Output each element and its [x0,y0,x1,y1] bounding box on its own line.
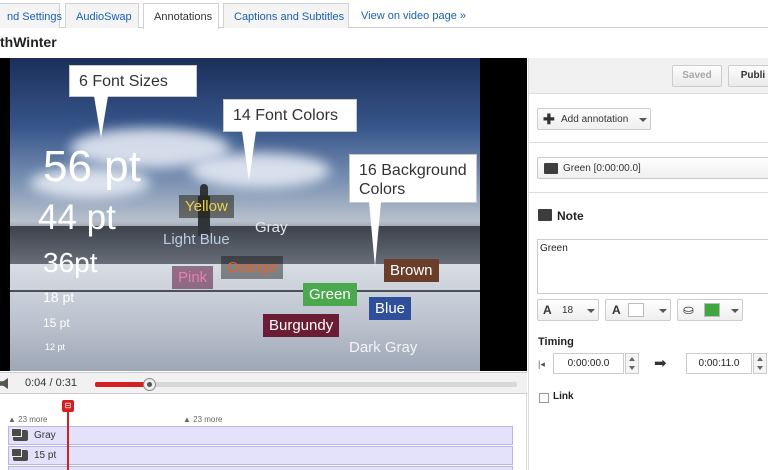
font-size-value: 18 [562,305,574,316]
link-checkbox[interactable] [539,393,549,403]
label-blue[interactable]: Blue [369,297,412,320]
tab-annotations[interactable]: Annotations [143,3,219,29]
callout-font-colors[interactable]: 14 Font Colors [223,99,357,132]
chevron-down-icon [639,118,647,122]
add-annotation-label: Add annotation [561,114,629,125]
text-color-dropdown[interactable]: A [605,299,671,321]
label-pink[interactable]: Pink [172,266,214,289]
progress-bar[interactable] [95,378,517,391]
callout-font-sizes[interactable]: 6 Font Sizes [69,65,197,97]
size-12pt[interactable]: 12 pt [45,342,65,352]
annotation-timeline: ▲ 23 more ▲ 23 more Gray 15 pt ⊟ [0,394,527,470]
start-time-input[interactable]: 0:00:00.0 [553,353,624,374]
timeline-track[interactable]: 15 pt [8,446,513,465]
size-18pt[interactable]: 18 pt [43,289,74,305]
divider [529,142,768,143]
view-on-video-page-link[interactable]: View on video page » [351,3,471,28]
chevron-down-icon [731,309,739,313]
selected-annotation: Green [0:00:00.0] [563,163,641,174]
label-gray[interactable]: Gray [249,216,294,239]
time-display: 0:04 / 0:31 [25,377,77,389]
track-label: Gray [34,430,56,441]
text-size-icon: A [543,303,552,317]
annotation-panel: Saved Publi ✚ Add annotation Green [0:00… [528,58,768,470]
annotation-text-field[interactable]: Green [537,239,768,294]
note-icon [11,448,28,461]
callout-background-colors-text: 16 Background Colors [359,162,467,199]
volume-icon[interactable] [0,378,8,389]
paint-bucket-icon: ⛀ [683,302,694,317]
plus-icon: ✚ [543,111,555,127]
note-icon [11,428,28,441]
note-icon [544,163,558,174]
timeline-track[interactable]: Gray [8,426,513,445]
divider [529,192,768,193]
label-light-blue[interactable]: Light Blue [157,228,236,251]
callout-background-colors[interactable]: 16 Background Colors [349,154,477,203]
add-annotation-button[interactable]: ✚ Add annotation [537,108,651,130]
more-indicator[interactable]: ▲ 23 more [183,415,223,424]
callout-tail [94,96,108,138]
publish-button[interactable]: Publi [728,65,768,87]
note-icon [538,209,552,221]
callout-font-colors-text: 14 Font Colors [233,107,338,124]
track-label: 15 pt [34,450,57,461]
label-dark-gray[interactable]: Dark Gray [343,336,423,359]
video-player[interactable]: 6 Font Sizes 14 Font Colors 16 Backgroun… [0,58,527,371]
scrubber-handle[interactable] [143,378,157,391]
annotation-type: Note [557,209,584,223]
font-size-dropdown[interactable]: A 18 [537,299,599,321]
callout-font-sizes-text: 6 Font Sizes [79,73,168,90]
video-title: thWinter [0,34,57,50]
saved-button[interactable]: Saved [672,65,722,87]
more-indicator[interactable]: ▲ 23 more [8,415,48,424]
callout-tail [369,202,381,267]
player-controls: 0:04 / 0:31 [0,372,527,394]
tab-settings[interactable]: nd Settings [0,3,62,28]
background-color-dropdown[interactable]: ⛀ [677,299,743,321]
panel-toolbar: Saved Publi [529,58,768,94]
progress-played [95,382,150,387]
text-color-swatch [628,303,644,317]
skip-to-start-icon[interactable]: |◂ [538,359,545,370]
size-56pt[interactable]: 56 pt [43,142,141,192]
callout-tail [242,131,256,181]
label-green[interactable]: Green [303,283,357,306]
timeline-track[interactable] [8,466,513,470]
label-brown[interactable]: Brown [384,259,439,282]
end-time-input[interactable]: 0:00:11.0 [686,353,752,374]
annotation-selector[interactable]: Green [0:00:00.0] [537,157,768,179]
chevron-down-icon [659,309,667,313]
text-color-icon: A [612,303,621,317]
chevron-down-icon [587,309,595,313]
size-44pt[interactable]: 44 pt [38,198,116,238]
link-label: Link [553,391,574,402]
start-time-stepper[interactable] [625,353,639,374]
tab-bar: nd Settings AudioSwap Annotations Captio… [0,0,768,29]
label-orange[interactable]: Orange [221,256,284,279]
background-color-swatch [704,303,720,317]
annotations-editor: nd Settings AudioSwap Annotations Captio… [0,0,768,470]
label-burgundy[interactable]: Burgundy [263,314,340,337]
size-36pt[interactable]: 36pt [43,247,98,279]
timing-label: Timing [538,336,574,348]
size-15pt[interactable]: 15 pt [43,316,70,330]
playhead-handle[interactable]: ⊟ [62,400,74,412]
end-time-stepper[interactable] [753,353,767,374]
tab-captions[interactable]: Captions and Subtitles [223,3,349,28]
arrow-right-icon: ➡ [654,355,667,372]
label-yellow[interactable]: Yellow [179,195,234,218]
tab-audioswap[interactable]: AudioSwap [65,3,139,28]
